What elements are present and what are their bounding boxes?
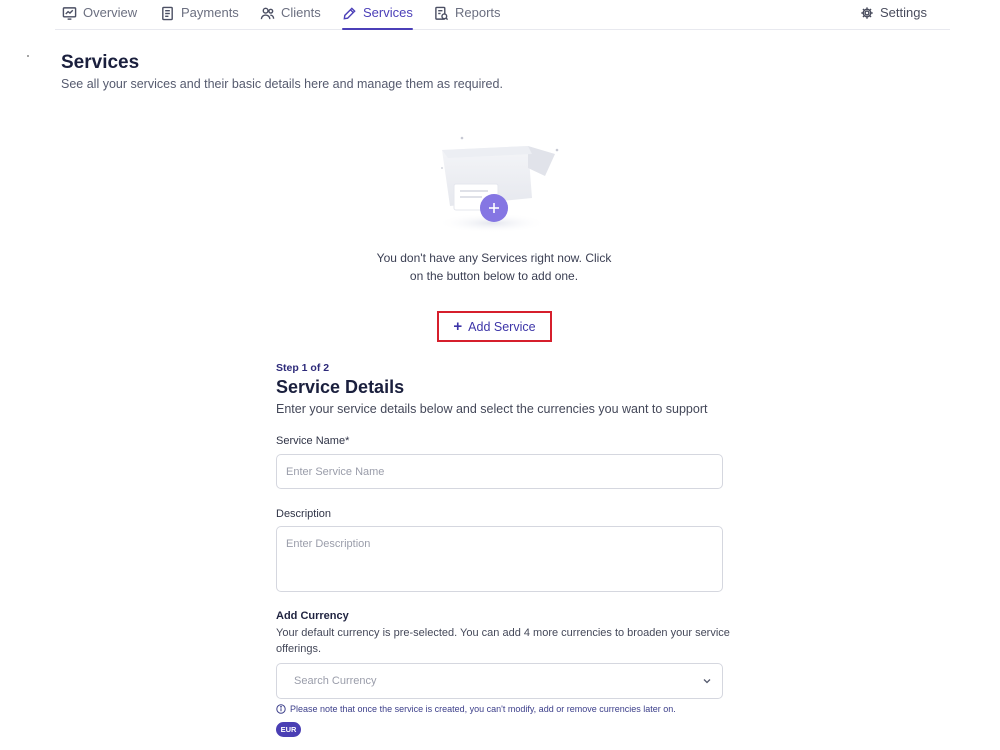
- top-navigation: Overview Payments Clients Services Repor…: [55, 0, 950, 30]
- tab-label: Payments: [181, 5, 239, 20]
- description-label: Description: [276, 508, 332, 520]
- pen-tool-icon: [343, 7, 356, 20]
- tab-clients[interactable]: Clients: [260, 5, 321, 30]
- users-icon: [260, 7, 275, 20]
- empty-state-message: You don't have any Services right now. C…: [376, 251, 612, 283]
- empty-services-illustration: [437, 136, 559, 233]
- receipt-icon: [162, 6, 173, 21]
- add-currency-label: Add Currency: [276, 610, 349, 622]
- page-subtitle: See all your services and their basic de…: [61, 77, 503, 91]
- form-subtitle: Enter your service details below and sel…: [276, 402, 708, 416]
- description-textarea[interactable]: [276, 526, 723, 592]
- currency-search-select[interactable]: Search Currency: [276, 663, 723, 699]
- form-title: Service Details: [276, 377, 405, 397]
- currency-note-text: Please note that once the service is cre…: [290, 704, 676, 714]
- add-service-label: Add Service: [468, 319, 536, 334]
- currency-note: Please note that once the service is cre…: [276, 704, 676, 714]
- info-icon: [276, 704, 286, 714]
- step-indicator: Step 1 of 2: [276, 362, 330, 374]
- gear-icon: [861, 7, 873, 19]
- currency-help-text: Your default currency is pre-selected. Y…: [276, 627, 730, 655]
- chart-screen-icon: [62, 7, 77, 20]
- page-title: Services: [61, 52, 140, 73]
- currency-chip-eur[interactable]: EUR: [276, 722, 301, 737]
- tab-reports[interactable]: Reports: [434, 5, 501, 30]
- service-name-input[interactable]: [276, 454, 723, 489]
- settings-label: Settings: [880, 5, 927, 20]
- tab-label: Overview: [83, 5, 138, 20]
- service-name-label: Service Name*: [276, 435, 350, 447]
- tab-payments[interactable]: Payments: [160, 5, 239, 30]
- stray-dot: [27, 55, 29, 57]
- tab-label: Clients: [281, 5, 321, 20]
- chevron-down-icon: [703, 679, 711, 684]
- tab-label: Services: [363, 5, 413, 20]
- tab-services[interactable]: Services: [342, 5, 413, 30]
- currency-search-placeholder: Search Currency: [294, 675, 377, 687]
- tab-overview[interactable]: Overview: [62, 5, 137, 30]
- plus-icon: +: [453, 317, 463, 335]
- settings-link[interactable]: Settings: [860, 5, 927, 20]
- tab-label: Reports: [455, 5, 501, 20]
- report-icon: [435, 6, 449, 21]
- add-service-button[interactable]: + Add Service: [437, 311, 552, 342]
